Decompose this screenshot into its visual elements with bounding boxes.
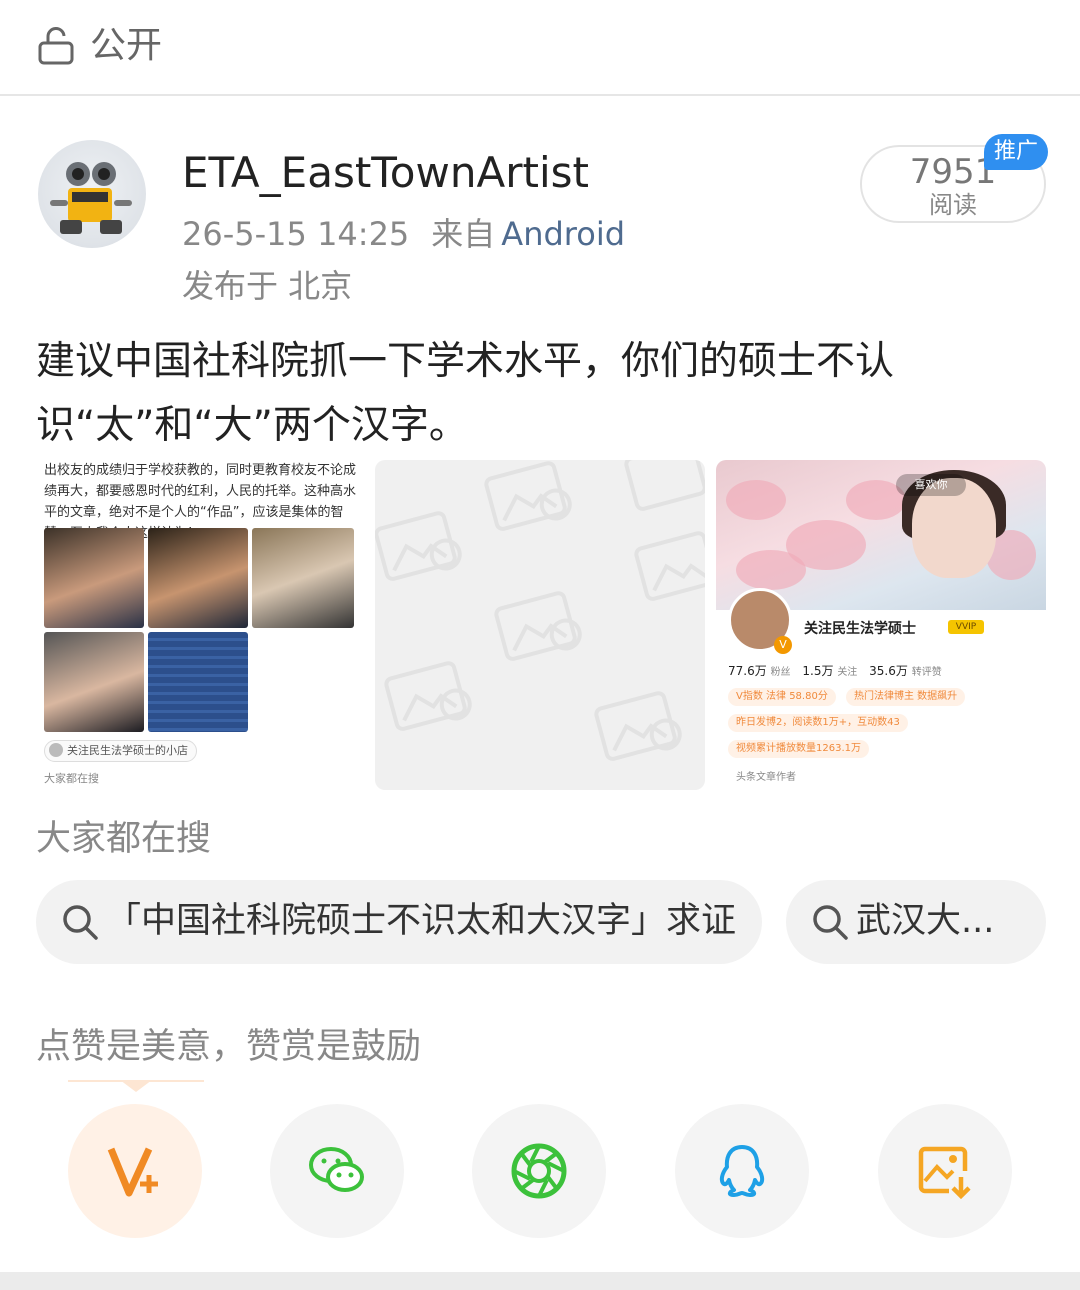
post-time: 26-5-15 14:25 [182,215,410,253]
image-3-profile-name: 关注民生法学硕士 [804,621,916,637]
robot-avatar-icon [50,162,132,234]
post-location: 发布于 北京 [182,267,353,305]
visibility-label: 公开 [90,25,163,66]
v-plus-icon [107,1147,158,1197]
image-1-shop-label: 关注民生法学硕士的小店 [44,740,197,762]
moments-icon [511,1143,567,1199]
save-image-button[interactable] [878,1104,1012,1238]
search-chip-2[interactable]: 武汉大... [786,880,1046,964]
image-3-stats: 77.6万 粉丝 1.5万 关注 35.6万 转评赞 [728,664,942,678]
image-3-tag-4: 视频累计播放数量1263.1万 [728,740,869,758]
qq-share-button[interactable] [675,1104,809,1238]
lock-open-icon [38,27,74,65]
post-image-1[interactable]: 出校友的成绩归于学校获教的，同时更教育校友不论成绩再大，都要感恩时代的红利，人民… [36,460,362,790]
image-placeholder-icon [375,460,705,761]
moments-share-button[interactable] [472,1104,606,1238]
search-section-title: 大家都在搜 [36,819,212,859]
post-source[interactable]: Android [501,215,625,253]
image-3-tag-3: 昨日发博2，阅读数1万+，互动数43 [728,714,908,732]
search-chip-1[interactable]: 「中国社科院硕士不识太和大汉字」求证 [36,880,762,964]
source-prefix: 来自 [431,215,496,253]
wechat-icon [309,1147,364,1192]
blossom-decoration [736,550,806,590]
search-chip-label: 「中国社科院硕士不识太和大汉字」求证 [106,901,737,941]
image-1-photo-2 [148,528,248,628]
blossom-decoration [726,480,786,520]
save-image-icon [918,1146,971,1200]
image-1-photo-4 [44,632,144,732]
bottom-bar [0,1272,1080,1290]
image-3-verified-badge: V [774,636,792,654]
visibility-bar[interactable]: 公开 [0,0,1080,96]
post-image-3[interactable]: 喜欢你 V 关注民生法学硕士 VVIP 77.6万 粉丝 1.5万 关注 35.… [716,460,1046,790]
image-1-photo-5 [148,632,248,732]
search-chip-label: 武汉大... [856,901,995,941]
reads-label: 阅读 [929,191,977,219]
image-3-tag-2: 热门法律博主 数据飙升 [846,688,966,706]
author-name[interactable]: ETA_EastTownArtist [182,146,589,200]
image-1-photo-3 [252,528,354,628]
avatar[interactable] [38,140,146,248]
search-icon [63,905,98,940]
wechat-share-button[interactable] [270,1104,404,1238]
selection-pointer [68,1080,204,1092]
post-image-2-placeholder[interactable] [375,460,705,790]
image-3-vip-badge: VVIP [948,620,984,634]
promo-badge[interactable]: 推广 [984,134,1048,170]
image-3-like-pill: 喜欢你 [896,474,966,496]
image-1-footer: 大家都在搜 [44,772,99,785]
post-text: 建议中国社科院抓一下学术水平，你们的硕士不认识“太”和“大”两个汉字。 [36,339,895,448]
v-plus-button[interactable] [68,1104,202,1238]
search-icon [813,905,848,940]
image-1-photo-1 [44,528,144,628]
post-meta: 26-5-15 14:25 来自 Android [182,212,625,256]
qq-icon [719,1145,765,1197]
support-title: 点赞是美意，赞赏是鼓励 [36,1027,422,1067]
image-3-tag-1: V指数 法律 58.80分 [728,688,836,706]
image-3-author-tag: 头条文章作者 [736,772,796,783]
